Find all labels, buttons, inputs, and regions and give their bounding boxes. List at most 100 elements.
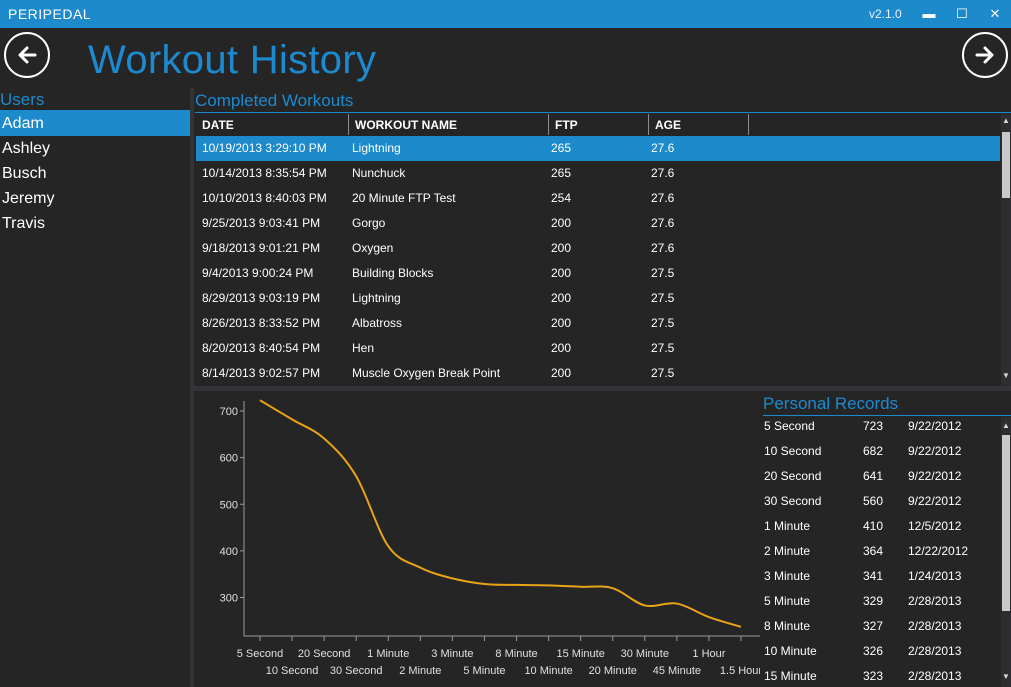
power-curve-line: [259, 399, 742, 628]
personal-records-list: 5 Second 723 9/22/2012 10 Second 682 9/22/201…: [763, 414, 1001, 687]
record-watts: 326: [863, 644, 884, 658]
cell-ftp: 200: [551, 241, 572, 255]
list-item[interactable]: 2 Minute 364 12/22/2012: [763, 539, 1001, 564]
table-row[interactable]: 9/4/2013 9:00:24 PM Building Blocks 200 27.…: [196, 261, 1000, 286]
table-row[interactable]: 8/20/2013 8:40:54 PM Hen 200 27.5: [196, 336, 1000, 361]
list-item[interactable]: 15 Minute 323 2/28/2013: [763, 664, 1001, 687]
cell-workout-name: Hen: [352, 341, 375, 355]
page-title: Workout History: [88, 38, 377, 82]
list-item[interactable]: 30 Second 560 9/22/2012: [763, 489, 1001, 514]
record-duration: 5 Second: [764, 419, 815, 433]
column-header-date[interactable]: DATE: [196, 114, 349, 135]
x-tick-label: 45 Minute: [653, 665, 701, 677]
cell-age: 27.5: [651, 341, 675, 355]
minimize-icon[interactable]: ▬: [919, 4, 939, 24]
list-item[interactable]: 10 Second 682 9/22/2012: [763, 439, 1001, 464]
list-item[interactable]: 8 Minute 327 2/28/2013: [763, 614, 1001, 639]
cell-date: 9/25/2013 9:03:41 PM: [202, 216, 321, 230]
cell-date: 9/18/2013 9:01:21 PM: [202, 241, 321, 255]
workouts-grid: 10/19/2013 3:29:10 PM Lightning 265 27.6 10/…: [196, 136, 1000, 386]
record-watts: 364: [863, 544, 884, 558]
records-scrollbar[interactable]: ▲ ▼: [1001, 417, 1011, 687]
x-tick-label: 2 Minute: [399, 665, 441, 677]
list-item[interactable]: 5 Minute 329 2/28/2013: [763, 589, 1001, 614]
x-tick-label: 1 Minute: [367, 648, 409, 660]
x-tick-label: 1.5 Hour: [720, 665, 760, 677]
scroll-down-icon[interactable]: ▼: [1001, 371, 1011, 380]
scroll-up-icon[interactable]: ▲: [1001, 421, 1011, 430]
record-duration: 1 Minute: [764, 519, 811, 533]
cell-date: 10/14/2013 8:35:54 PM: [202, 166, 327, 180]
cell-date: 8/20/2013 8:40:54 PM: [202, 341, 321, 355]
scroll-thumb[interactable]: [1002, 435, 1010, 611]
cell-age: 27.5: [651, 316, 675, 330]
y-tick-label: 700: [220, 406, 238, 418]
scroll-thumb[interactable]: [1002, 132, 1010, 198]
user-item-adam[interactable]: Adam: [0, 111, 190, 136]
workouts-scrollbar[interactable]: ▲ ▼: [1001, 114, 1011, 386]
cell-workout-name: Albatross: [352, 316, 403, 330]
cell-age: 27.5: [651, 366, 675, 380]
x-tick-label: 10 Second: [266, 665, 319, 677]
record-date: 9/22/2012: [908, 419, 962, 433]
column-header-age[interactable]: AGE: [649, 114, 749, 135]
cell-date: 8/26/2013 8:33:52 PM: [202, 316, 321, 330]
table-row[interactable]: 9/18/2013 9:01:21 PM Oxygen 200 27.6: [196, 236, 1000, 261]
table-row[interactable]: 8/26/2013 8:33:52 PM Albatross 200 27.5: [196, 311, 1000, 336]
cell-workout-name: 20 Minute FTP Test: [352, 191, 456, 205]
x-tick-label: 5 Second: [237, 648, 283, 660]
table-row[interactable]: 10/10/2013 8:40:03 PM 20 Minute FTP Test 2…: [196, 186, 1000, 211]
back-button[interactable]: [4, 32, 50, 78]
record-date: 9/22/2012: [908, 444, 962, 458]
record-date: 12/5/2012: [908, 519, 962, 533]
table-row[interactable]: 10/19/2013 3:29:10 PM Lightning 265 27.6: [196, 136, 1000, 161]
app-name: PERIPEDAL: [8, 6, 92, 22]
list-item[interactable]: 1 Minute 410 12/5/2012: [763, 514, 1001, 539]
record-watts: 410: [863, 519, 884, 533]
record-watts: 560: [863, 494, 884, 508]
user-item-busch[interactable]: Busch: [0, 161, 190, 186]
cell-ftp: 200: [551, 291, 572, 305]
cell-age: 27.5: [651, 291, 675, 305]
x-tick-label: 10 Minute: [524, 665, 572, 677]
y-tick-label: 300: [220, 593, 238, 605]
x-tick-label: 8 Minute: [495, 648, 537, 660]
table-row[interactable]: 10/14/2013 8:35:54 PM Nunchuck 265 27.6: [196, 161, 1000, 186]
cell-workout-name: Oxygen: [352, 241, 394, 255]
cell-date: 8/29/2013 9:03:19 PM: [202, 291, 321, 305]
cell-ftp: 200: [551, 341, 572, 355]
forward-button[interactable]: [962, 32, 1008, 78]
cell-age: 27.6: [651, 241, 675, 255]
cell-workout-name: Nunchuck: [352, 166, 406, 180]
table-row[interactable]: 8/29/2013 9:03:19 PM Lightning 200 27.5: [196, 286, 1000, 311]
user-item-travis[interactable]: Travis: [0, 211, 190, 236]
maximize-icon[interactable]: ☐: [952, 4, 972, 24]
user-item-jeremy[interactable]: Jeremy: [0, 186, 190, 211]
table-row[interactable]: 8/14/2013 9:02:57 PM Muscle Oxygen Break …: [196, 361, 1000, 386]
cell-workout-name: Building Blocks: [352, 266, 434, 280]
table-row[interactable]: 9/25/2013 9:03:41 PM Gorgo 200 27.6: [196, 211, 1000, 236]
close-icon[interactable]: ✕: [985, 4, 1005, 24]
record-watts: 323: [863, 669, 884, 683]
arrow-left-icon: [18, 46, 37, 64]
column-header-workout-name[interactable]: WORKOUT NAME: [349, 114, 549, 135]
list-item[interactable]: 5 Second 723 9/22/2012: [763, 414, 1001, 439]
list-item[interactable]: 3 Minute 341 1/24/2013: [763, 564, 1001, 589]
record-date: 1/24/2013: [908, 569, 962, 583]
list-item[interactable]: 20 Second 641 9/22/2012: [763, 464, 1001, 489]
y-tick-label: 600: [220, 453, 238, 465]
list-item[interactable]: 10 Minute 326 2/28/2013: [763, 639, 1001, 664]
x-tick-label: 15 Minute: [557, 648, 605, 660]
record-date: 9/22/2012: [908, 469, 962, 483]
scroll-down-icon[interactable]: ▼: [1001, 672, 1011, 681]
y-tick-label: 400: [220, 546, 238, 558]
x-tick-label: 20 Minute: [589, 665, 637, 677]
record-duration: 20 Second: [764, 469, 822, 483]
record-watts: 641: [863, 469, 884, 483]
record-date: 2/28/2013: [908, 594, 962, 608]
user-item-ashley[interactable]: Ashley: [0, 136, 190, 161]
record-duration: 3 Minute: [764, 569, 811, 583]
record-duration: 2 Minute: [764, 544, 811, 558]
scroll-up-icon[interactable]: ▲: [1001, 116, 1011, 125]
column-header-ftp[interactable]: FTP: [549, 114, 649, 135]
